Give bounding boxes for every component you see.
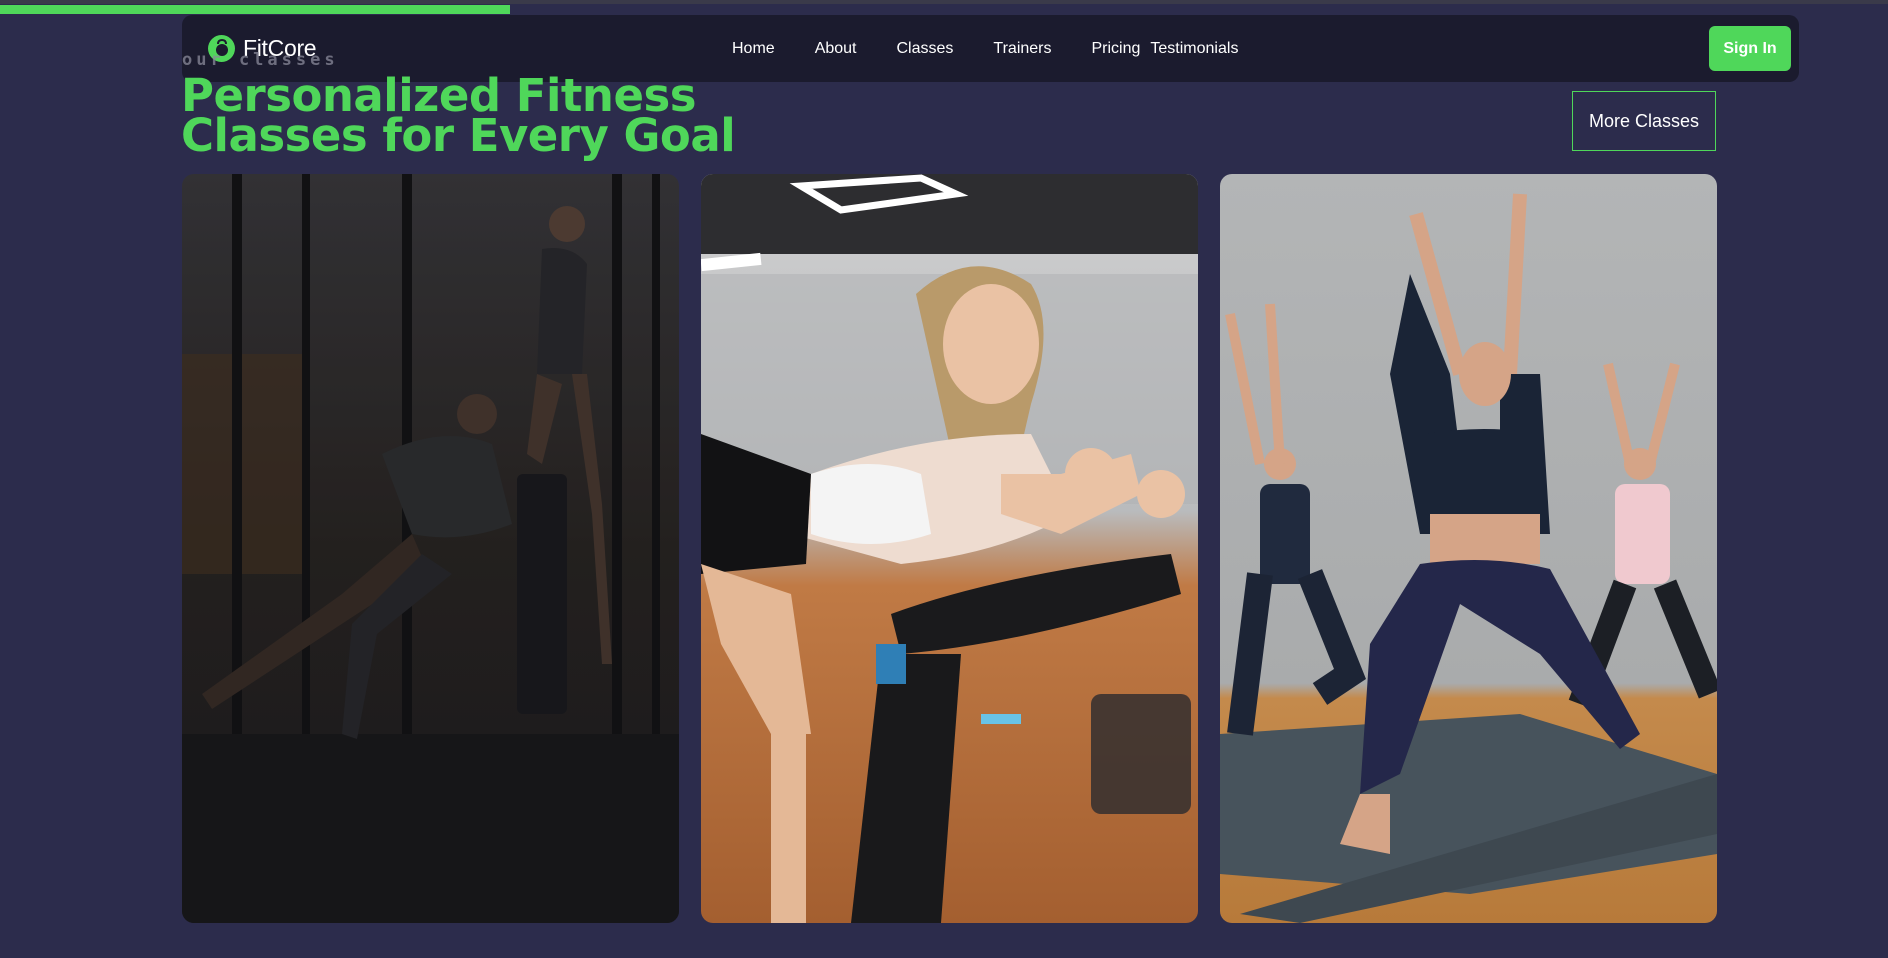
more-classes-button[interactable]: More Classes — [1572, 91, 1716, 151]
class-card-yoga[interactable] — [1220, 174, 1717, 923]
nav-testimonials[interactable]: Testimonials — [1150, 40, 1238, 58]
sign-in-button[interactable]: Sign In — [1709, 26, 1791, 71]
nav-trainers[interactable]: Trainers — [993, 40, 1051, 58]
yoga-class-photo — [1220, 174, 1717, 923]
section-heading: Personalized Fitness Classes for Every G… — [181, 69, 736, 162]
class-card-cycling[interactable] — [701, 174, 1198, 923]
scroll-progress-bar — [0, 5, 510, 14]
nav-pricing[interactable]: Pricing — [1092, 40, 1141, 58]
spin-cycling-photo — [701, 174, 1198, 923]
top-bar — [0, 0, 1888, 4]
class-card-strength[interactable] — [182, 174, 679, 923]
nav-classes[interactable]: Classes — [897, 40, 954, 58]
gym-training-photo — [182, 174, 679, 923]
nav-home[interactable]: Home — [732, 40, 775, 58]
nav-about[interactable]: About — [815, 40, 857, 58]
main-nav: Home About Classes Trainers Pricing Test… — [732, 15, 1238, 82]
section-eyebrow: our classes — [182, 50, 339, 70]
